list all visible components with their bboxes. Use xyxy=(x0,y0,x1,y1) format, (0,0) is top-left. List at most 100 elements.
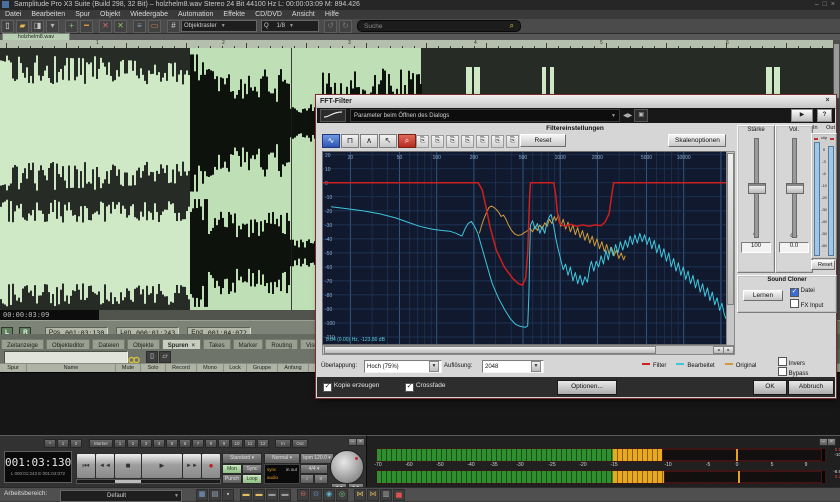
redo-icon[interactable]: ↻ xyxy=(339,20,352,33)
vol-slider-thumb[interactable] xyxy=(786,183,804,194)
spectrum-plot-canvas[interactable]: 20501002005001000200050001000020100-10-2… xyxy=(323,152,726,344)
remix-icon[interactable]: ▭ xyxy=(148,20,161,33)
scrollbar-thumb[interactable] xyxy=(324,346,656,354)
open-file-icon[interactable]: ▰ xyxy=(16,20,29,33)
step-draw-tool[interactable]: ⊓ xyxy=(341,134,359,148)
plot-horizontal-scrollbar[interactable]: ◂ ▸ xyxy=(322,345,735,355)
bpm-combobox[interactable]: bpm 120.0 ▾ xyxy=(300,453,334,464)
tab-zeitanzeige[interactable]: Zeitanzeige xyxy=(1,339,44,349)
marker-12-button[interactable]: 12 xyxy=(257,439,269,448)
tab-marker[interactable]: Marker xyxy=(233,339,264,349)
tab-objekte[interactable]: Objekte xyxy=(127,339,160,349)
reset-button[interactable]: Reset xyxy=(520,134,566,147)
close-icon[interactable]: × xyxy=(356,438,365,446)
menu-ansicht[interactable]: Ansicht xyxy=(287,10,320,19)
delete-track-icon[interactable]: ▱ xyxy=(159,351,171,363)
new-file-icon[interactable]: ▯ xyxy=(1,20,14,33)
menu-wiedergabe[interactable]: Wiedergabe xyxy=(125,10,173,19)
grid-toggle-icon[interactable]: # xyxy=(167,20,180,33)
tab-spuren[interactable]: Spuren× xyxy=(162,339,201,349)
plugin-icon[interactable]: ▥ xyxy=(380,489,392,501)
mon-button[interactable]: Mon xyxy=(222,464,242,474)
invers-checkbox[interactable] xyxy=(778,357,787,366)
dialog-title-bar[interactable]: FFT-Filter × xyxy=(316,95,836,109)
loop-button[interactable]: Loop xyxy=(242,474,262,484)
staerke-value[interactable]: 100 xyxy=(741,242,771,253)
menu-cddvd[interactable]: CD/DVD xyxy=(250,10,287,19)
search-input[interactable]: Suche⌕ xyxy=(357,20,521,32)
manager-grid-icon[interactable]: ▤ xyxy=(209,489,221,501)
tab-dateien[interactable]: Dateien xyxy=(92,339,125,349)
rewind-button[interactable]: ◄◄ xyxy=(95,453,115,479)
tempo-mode-combobox[interactable]: Normal ▾ xyxy=(264,453,300,464)
paste-add-icon[interactable]: ⎘ xyxy=(476,135,489,148)
datei-checkbox-row[interactable]: ✓ Datei xyxy=(790,288,815,297)
jog-wheel[interactable] xyxy=(330,450,364,484)
workspace-layout-icon[interactable]: ▦ xyxy=(196,489,208,501)
marker-11-button[interactable]: 11 xyxy=(244,439,256,448)
search-icon[interactable]: ⌕ xyxy=(510,21,514,31)
grab-tool[interactable]: ↖ xyxy=(379,134,397,148)
range-gray2-icon[interactable]: ▬ xyxy=(279,489,291,501)
docker-icon[interactable]: ▪ xyxy=(222,489,234,501)
to-start-button[interactable]: ⏮ xyxy=(76,453,96,479)
add-track-icon[interactable]: + xyxy=(65,20,78,33)
window-buttons[interactable]: –□× xyxy=(813,0,837,10)
close-icon[interactable]: × xyxy=(822,97,833,106)
solo-icon[interactable]: ⊙ xyxy=(310,489,322,501)
scroll-right-icon[interactable]: ▸ xyxy=(723,346,734,354)
window-button[interactable]: – xyxy=(815,1,819,8)
marker-4-button[interactable]: 4 xyxy=(153,439,165,448)
new-track-icon[interactable]: ▯ xyxy=(146,351,158,363)
forward-button[interactable]: ►► xyxy=(182,453,202,479)
quantize-combobox[interactable]: Q1/8▼ xyxy=(261,20,319,32)
zoom-tool[interactable]: ⌕ xyxy=(398,134,416,148)
fx-input-checkbox-row[interactable]: FX Input xyxy=(790,299,823,309)
range-button-1[interactable]: 1 xyxy=(57,439,69,448)
preset-prev-next-icons[interactable]: ◀▶ xyxy=(623,112,632,119)
monitor-eye-icon[interactable]: ◉ xyxy=(323,489,335,501)
marker-10-button[interactable]: 10 xyxy=(231,439,243,448)
staerke-slider-thumb[interactable] xyxy=(748,183,766,194)
menu-hilfe[interactable]: Hilfe xyxy=(320,10,344,19)
menu-objekt[interactable]: Objekt xyxy=(95,10,125,19)
tab-routing[interactable]: Routing xyxy=(265,339,298,349)
object-mode-icon[interactable]: ━ xyxy=(80,20,93,33)
scale-options-button[interactable]: Skalenoptionen xyxy=(668,134,726,147)
invers-checkbox-row[interactable]: Invers xyxy=(778,357,805,367)
help-button[interactable]: ? xyxy=(817,109,832,122)
marker-range-icon[interactable]: ▬ xyxy=(240,489,252,501)
menu-effekte[interactable]: Effekte xyxy=(218,10,250,19)
scrollbar-thumb[interactable] xyxy=(727,153,734,305)
range-gray-icon[interactable]: ▬ xyxy=(266,489,278,501)
preview-play-button[interactable]: ▶ xyxy=(791,109,813,122)
rainbow-visualizer-icon[interactable]: ▅ xyxy=(393,489,405,501)
plot-vertical-scrollbar[interactable] xyxy=(726,151,735,347)
marker-8-button[interactable]: 8 xyxy=(205,439,217,448)
kopie-checkbox[interactable]: ✓ xyxy=(323,383,332,392)
marker-9-button[interactable]: 9 xyxy=(218,439,230,448)
ueberlappung-combobox[interactable]: Hoch (75%)▼ xyxy=(364,360,442,373)
copy-right-icon[interactable]: ⎘ xyxy=(446,135,459,148)
save-preset-icon[interactable]: ▣ xyxy=(634,109,648,122)
marker-6-button[interactable]: 6 xyxy=(179,439,191,448)
tab-objekteditor[interactable]: Objekteditor xyxy=(46,339,90,349)
click-settings-button[interactable]: ≡ xyxy=(314,474,328,484)
marker-button[interactable]: Marker xyxy=(89,439,113,448)
bypass-checkbox-row[interactable]: Bypass xyxy=(778,367,808,377)
freehand-draw-tool[interactable]: ∿ xyxy=(322,134,340,148)
peak-draw-tool[interactable]: ∧ xyxy=(360,134,378,148)
invert-display-icon[interactable]: ⎘ xyxy=(506,135,519,148)
marker-3-button[interactable]: 3 xyxy=(140,439,152,448)
record-button[interactable]: ● xyxy=(201,453,221,479)
fade-out-icon[interactable]: ⋈ xyxy=(367,489,379,501)
scrub-thumb[interactable] xyxy=(115,480,141,483)
marker-5-button[interactable]: 5 xyxy=(166,439,178,448)
snapshot-icon[interactable]: ⎘ xyxy=(491,135,504,148)
aufloesung-combobox[interactable]: 2048▼ xyxy=(482,360,544,373)
lernen-button[interactable]: Lernen xyxy=(743,290,783,301)
crossfade-checkbox-row[interactable]: ✓ Crossfade xyxy=(405,382,445,392)
fx-input-checkbox[interactable] xyxy=(790,299,799,308)
filter-curve-icon[interactable] xyxy=(320,109,346,122)
abbruch-button[interactable]: Abbruch xyxy=(788,380,834,395)
